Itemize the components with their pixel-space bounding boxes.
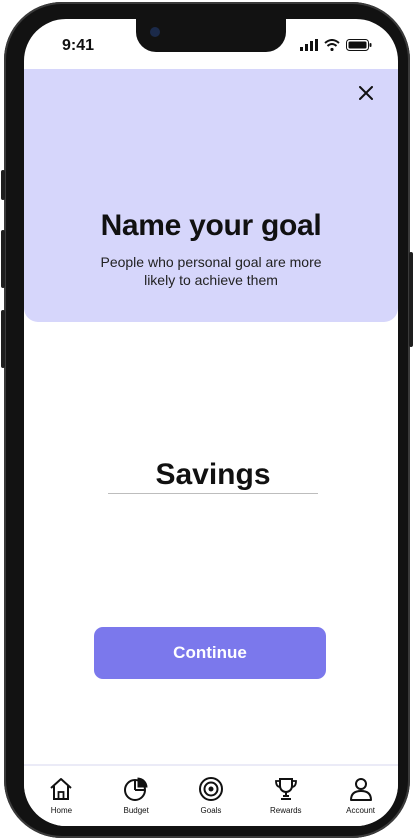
- pie-chart-icon: [124, 777, 148, 801]
- tab-label: Account: [346, 806, 376, 815]
- tab-label: Rewards: [269, 806, 302, 815]
- phone-frame: 9:41 Name your goal People who personal …: [1, 2, 413, 838]
- home-icon: [50, 778, 73, 800]
- tab-goals[interactable]: Goals: [181, 766, 241, 826]
- target-icon: [198, 777, 223, 801]
- signal-icon: [300, 39, 318, 51]
- tab-rewards[interactable]: Rewards: [256, 766, 316, 826]
- notch: [136, 19, 286, 52]
- goal-name-input[interactable]: [108, 457, 318, 494]
- tab-label: Home: [50, 806, 73, 815]
- tab-label: Goals: [200, 806, 222, 815]
- battery-icon: [346, 39, 372, 51]
- user-icon: [349, 778, 372, 801]
- camera: [150, 27, 160, 37]
- side-button: [1, 170, 5, 200]
- status-icons: [300, 39, 372, 51]
- close-icon: [359, 86, 373, 100]
- page-title: Name your goal: [100, 209, 322, 242]
- continue-button[interactable]: Continue: [94, 627, 326, 679]
- wifi-icon: [324, 39, 340, 51]
- screen: 9:41 Name your goal People who personal …: [24, 19, 398, 826]
- page-subtitle: People who personal goal are more likely…: [100, 254, 322, 288]
- tab-account[interactable]: Account: [331, 766, 391, 826]
- header-panel: Name your goal People who personal goal …: [24, 69, 398, 322]
- tab-home[interactable]: Home: [31, 766, 91, 826]
- close-button[interactable]: [354, 81, 378, 105]
- tab-label: Budget: [123, 806, 149, 815]
- trophy-icon: [274, 778, 297, 800]
- tab-budget[interactable]: Budget: [106, 766, 166, 826]
- side-button: [1, 230, 5, 288]
- status-time: 9:41: [62, 37, 95, 54]
- side-button: [1, 310, 5, 368]
- power-button: [409, 252, 413, 347]
- tab-bar: Home Budget Goals Rewards Account: [24, 764, 398, 826]
